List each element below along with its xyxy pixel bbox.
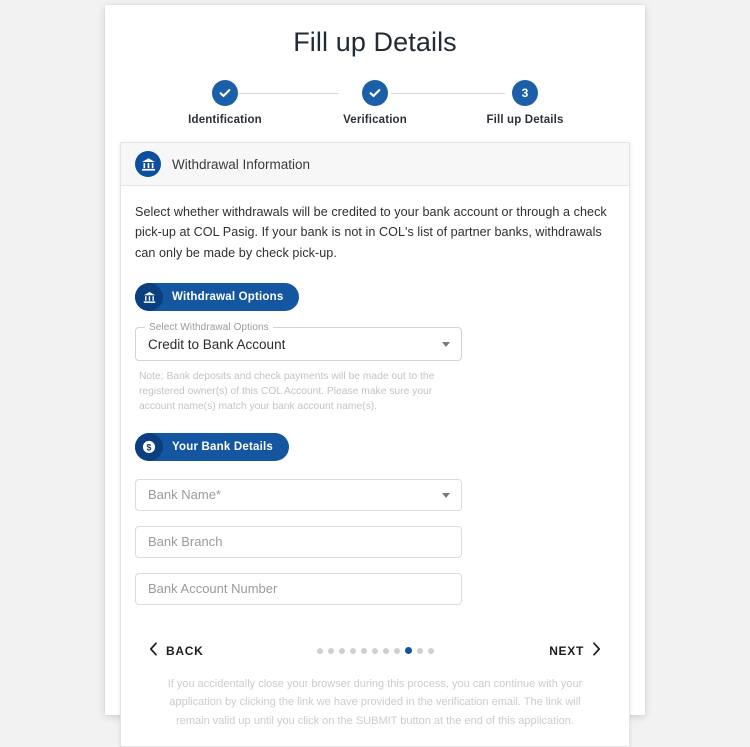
check-icon	[368, 86, 382, 100]
your-bank-details-badge-label: Your Bank Details	[172, 440, 273, 453]
bank-account-number-placeholder: Bank Account Number	[148, 581, 278, 597]
panel-navigation: BACK NEXT	[149, 631, 601, 671]
withdrawal-information-panel: Withdrawal Information Select whether wi…	[120, 142, 630, 747]
bank-name-select[interactable]: Bank Name*	[135, 478, 462, 511]
bank-name-placeholder: Bank Name*	[148, 487, 221, 503]
pagination-dot[interactable]	[427, 647, 434, 654]
chevron-down-icon[interactable]	[442, 492, 450, 498]
step-verification-bubble	[362, 80, 388, 106]
app-root: Fill up Details Identification Verificat…	[0, 0, 750, 747]
pagination-dot[interactable]	[416, 647, 423, 654]
withdrawal-options-select[interactable]: Select Withdrawal Options Credit to Bank…	[135, 322, 462, 362]
step-fill-up-details-bubble: 3	[512, 80, 538, 106]
pagination-dot[interactable]	[393, 647, 400, 654]
dollar-circle-icon: $	[135, 432, 163, 461]
pagination-dot[interactable]	[316, 647, 323, 654]
withdrawal-options-field: Select Withdrawal Options Credit to Bank…	[135, 322, 462, 362]
panel-header: Withdrawal Information	[121, 143, 629, 186]
application-card: Fill up Details Identification Verificat…	[105, 5, 645, 747]
next-button[interactable]: NEXT	[549, 642, 601, 659]
chevron-left-icon	[149, 642, 158, 659]
pagination-dot[interactable]	[360, 647, 367, 654]
svg-text:$: $	[147, 442, 152, 452]
withdrawal-options-badge-label: Withdrawal Options	[172, 291, 284, 304]
bank-account-number-input[interactable]: Bank Account Number	[135, 572, 462, 605]
step-fill-up-details[interactable]: 3 Fill up Details	[473, 80, 577, 126]
pagination-dot[interactable]	[327, 647, 334, 654]
progress-stepper: Identification Verification 3 Fill up De…	[173, 80, 577, 132]
pagination-dot[interactable]	[349, 647, 356, 654]
withdrawal-options-select-label: Select Withdrawal Options	[145, 322, 273, 335]
disclaimer-text: If you accidentally close your browser d…	[167, 677, 583, 727]
bank-branch-input[interactable]: Bank Branch	[135, 525, 462, 558]
back-button[interactable]: BACK	[149, 642, 203, 659]
pagination-dot[interactable]	[338, 647, 345, 654]
withdrawal-options-select-value: Credit to Bank Account	[148, 336, 286, 352]
pagination-dots	[149, 647, 601, 655]
pagination-dot[interactable]	[371, 647, 378, 654]
step-verification-label: Verification	[343, 114, 407, 126]
bank-icon	[135, 283, 163, 312]
chevron-right-icon	[592, 642, 601, 659]
intro-text: Select whether withdrawals will be credi…	[135, 205, 607, 260]
step-identification-bubble	[212, 80, 238, 106]
page-title: Fill up Details	[293, 27, 457, 57]
bank-branch-placeholder: Bank Branch	[148, 534, 223, 550]
pagination-dot-active[interactable]	[404, 647, 412, 655]
check-icon	[218, 86, 232, 100]
your-bank-details-badge: $ Your Bank Details	[135, 432, 289, 461]
back-button-label: BACK	[166, 643, 204, 658]
panel-body: Select whether withdrawals will be credi…	[121, 186, 629, 746]
next-button-label: NEXT	[549, 643, 584, 658]
step-fill-up-details-label: Fill up Details	[486, 114, 564, 126]
withdrawal-note: Note: Bank deposits and check payments w…	[139, 371, 435, 413]
bank-icon	[135, 151, 161, 177]
chevron-down-icon[interactable]	[442, 342, 450, 348]
step-identification[interactable]: Identification	[173, 80, 277, 126]
step-identification-label: Identification	[188, 114, 262, 126]
pagination-dot[interactable]	[382, 647, 389, 654]
withdrawal-options-badge: Withdrawal Options	[135, 283, 300, 312]
panel-header-title: Withdrawal Information	[172, 156, 311, 172]
step-verification[interactable]: Verification	[323, 80, 427, 126]
